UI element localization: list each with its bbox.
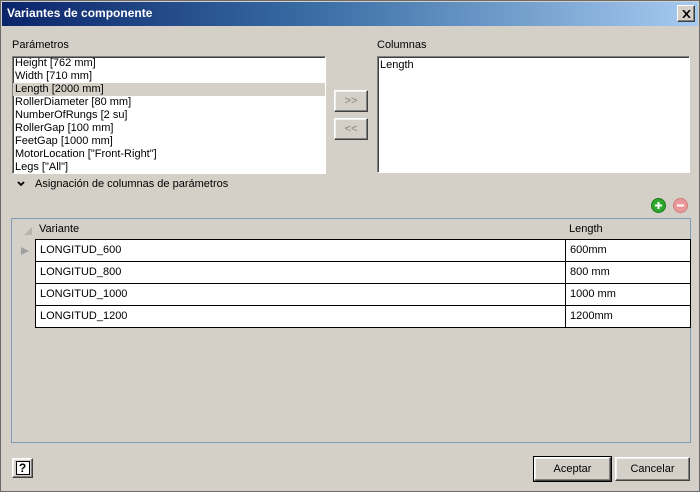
parameter-list-item[interactable]: MotorLocation ["Front-Right"] [13,148,325,161]
table-row[interactable]: LONGITUD_1000 1000 mm [35,283,691,306]
close-icon [681,9,691,18]
columns-listbox[interactable]: Length [377,56,690,173]
grid-header: Variante Length [12,219,690,239]
cell-length[interactable]: 600mm [566,240,690,261]
cell-variant[interactable]: LONGITUD_600 [36,240,566,261]
cell-length[interactable]: 800 mm [566,262,690,283]
parameter-list-item[interactable]: RollerDiameter [80 mm] [13,96,325,109]
table-row[interactable]: LONGITUD_800 800 mm [35,261,691,284]
table-row[interactable]: LONGITUD_600 600mm [35,239,691,262]
header-length[interactable]: Length [569,223,603,235]
title-bar: Variantes de componente [2,2,698,26]
remove-column-button[interactable]: << [334,118,368,140]
mapping-expander[interactable]: Asignación de columnas de parámetros [15,178,228,190]
parameter-list-item[interactable]: Width [710 mm] [13,70,325,83]
minus-icon [677,204,684,207]
component-variants-dialog: Variantes de componente Parámetros Heigh… [0,0,700,492]
remove-row-button[interactable] [673,198,688,213]
variants-grid: Variante Length LONGITUD_600 600mm LONGITU… [11,218,691,443]
cell-variant[interactable]: LONGITUD_1200 [36,306,566,327]
cell-variant[interactable]: LONGITUD_800 [36,262,566,283]
parameter-list-item[interactable]: RollerGap [100 mm] [13,122,325,135]
window-title: Variantes de componente [7,6,153,20]
cell-length[interactable]: 1200mm [566,306,690,327]
cell-variant[interactable]: LONGITUD_1000 [36,284,566,305]
mapping-label: Asignación de columnas de parámetros [35,178,229,190]
cancel-button[interactable]: Cancelar [615,457,690,481]
parameter-list-item[interactable]: Legs ["All"] [13,161,325,173]
add-row-button[interactable] [651,198,666,213]
cell-length[interactable]: 1000 mm [566,284,690,305]
parameters-listbox[interactable]: Height [762 mm] Width [710 mm] Length [200… [12,56,326,174]
header-variant[interactable]: Variante [39,223,79,235]
close-button[interactable] [677,5,695,22]
add-column-button[interactable]: >> [334,90,368,112]
column-list-item[interactable]: Length [378,59,689,72]
parameter-list-item[interactable]: Length [2000 mm] [13,83,325,96]
table-row[interactable]: LONGITUD_1200 1200mm [35,305,691,328]
parameter-list-item[interactable]: NumberOfRungs [2 su] [13,109,325,122]
help-icon: ? [15,461,30,475]
parameters-label: Parámetros [12,39,69,51]
sort-corner-icon [24,227,32,235]
current-row-icon [21,247,29,255]
plus-icon [655,202,662,209]
chevron-down-icon [17,181,25,187]
parameter-list-item[interactable]: FeetGap [1000 mm] [13,135,325,148]
ok-button[interactable]: Aceptar [533,456,612,482]
columns-label: Columnas [377,39,427,51]
help-button[interactable]: ? [12,458,33,478]
parameter-list-item[interactable]: Height [762 mm] [13,57,325,70]
